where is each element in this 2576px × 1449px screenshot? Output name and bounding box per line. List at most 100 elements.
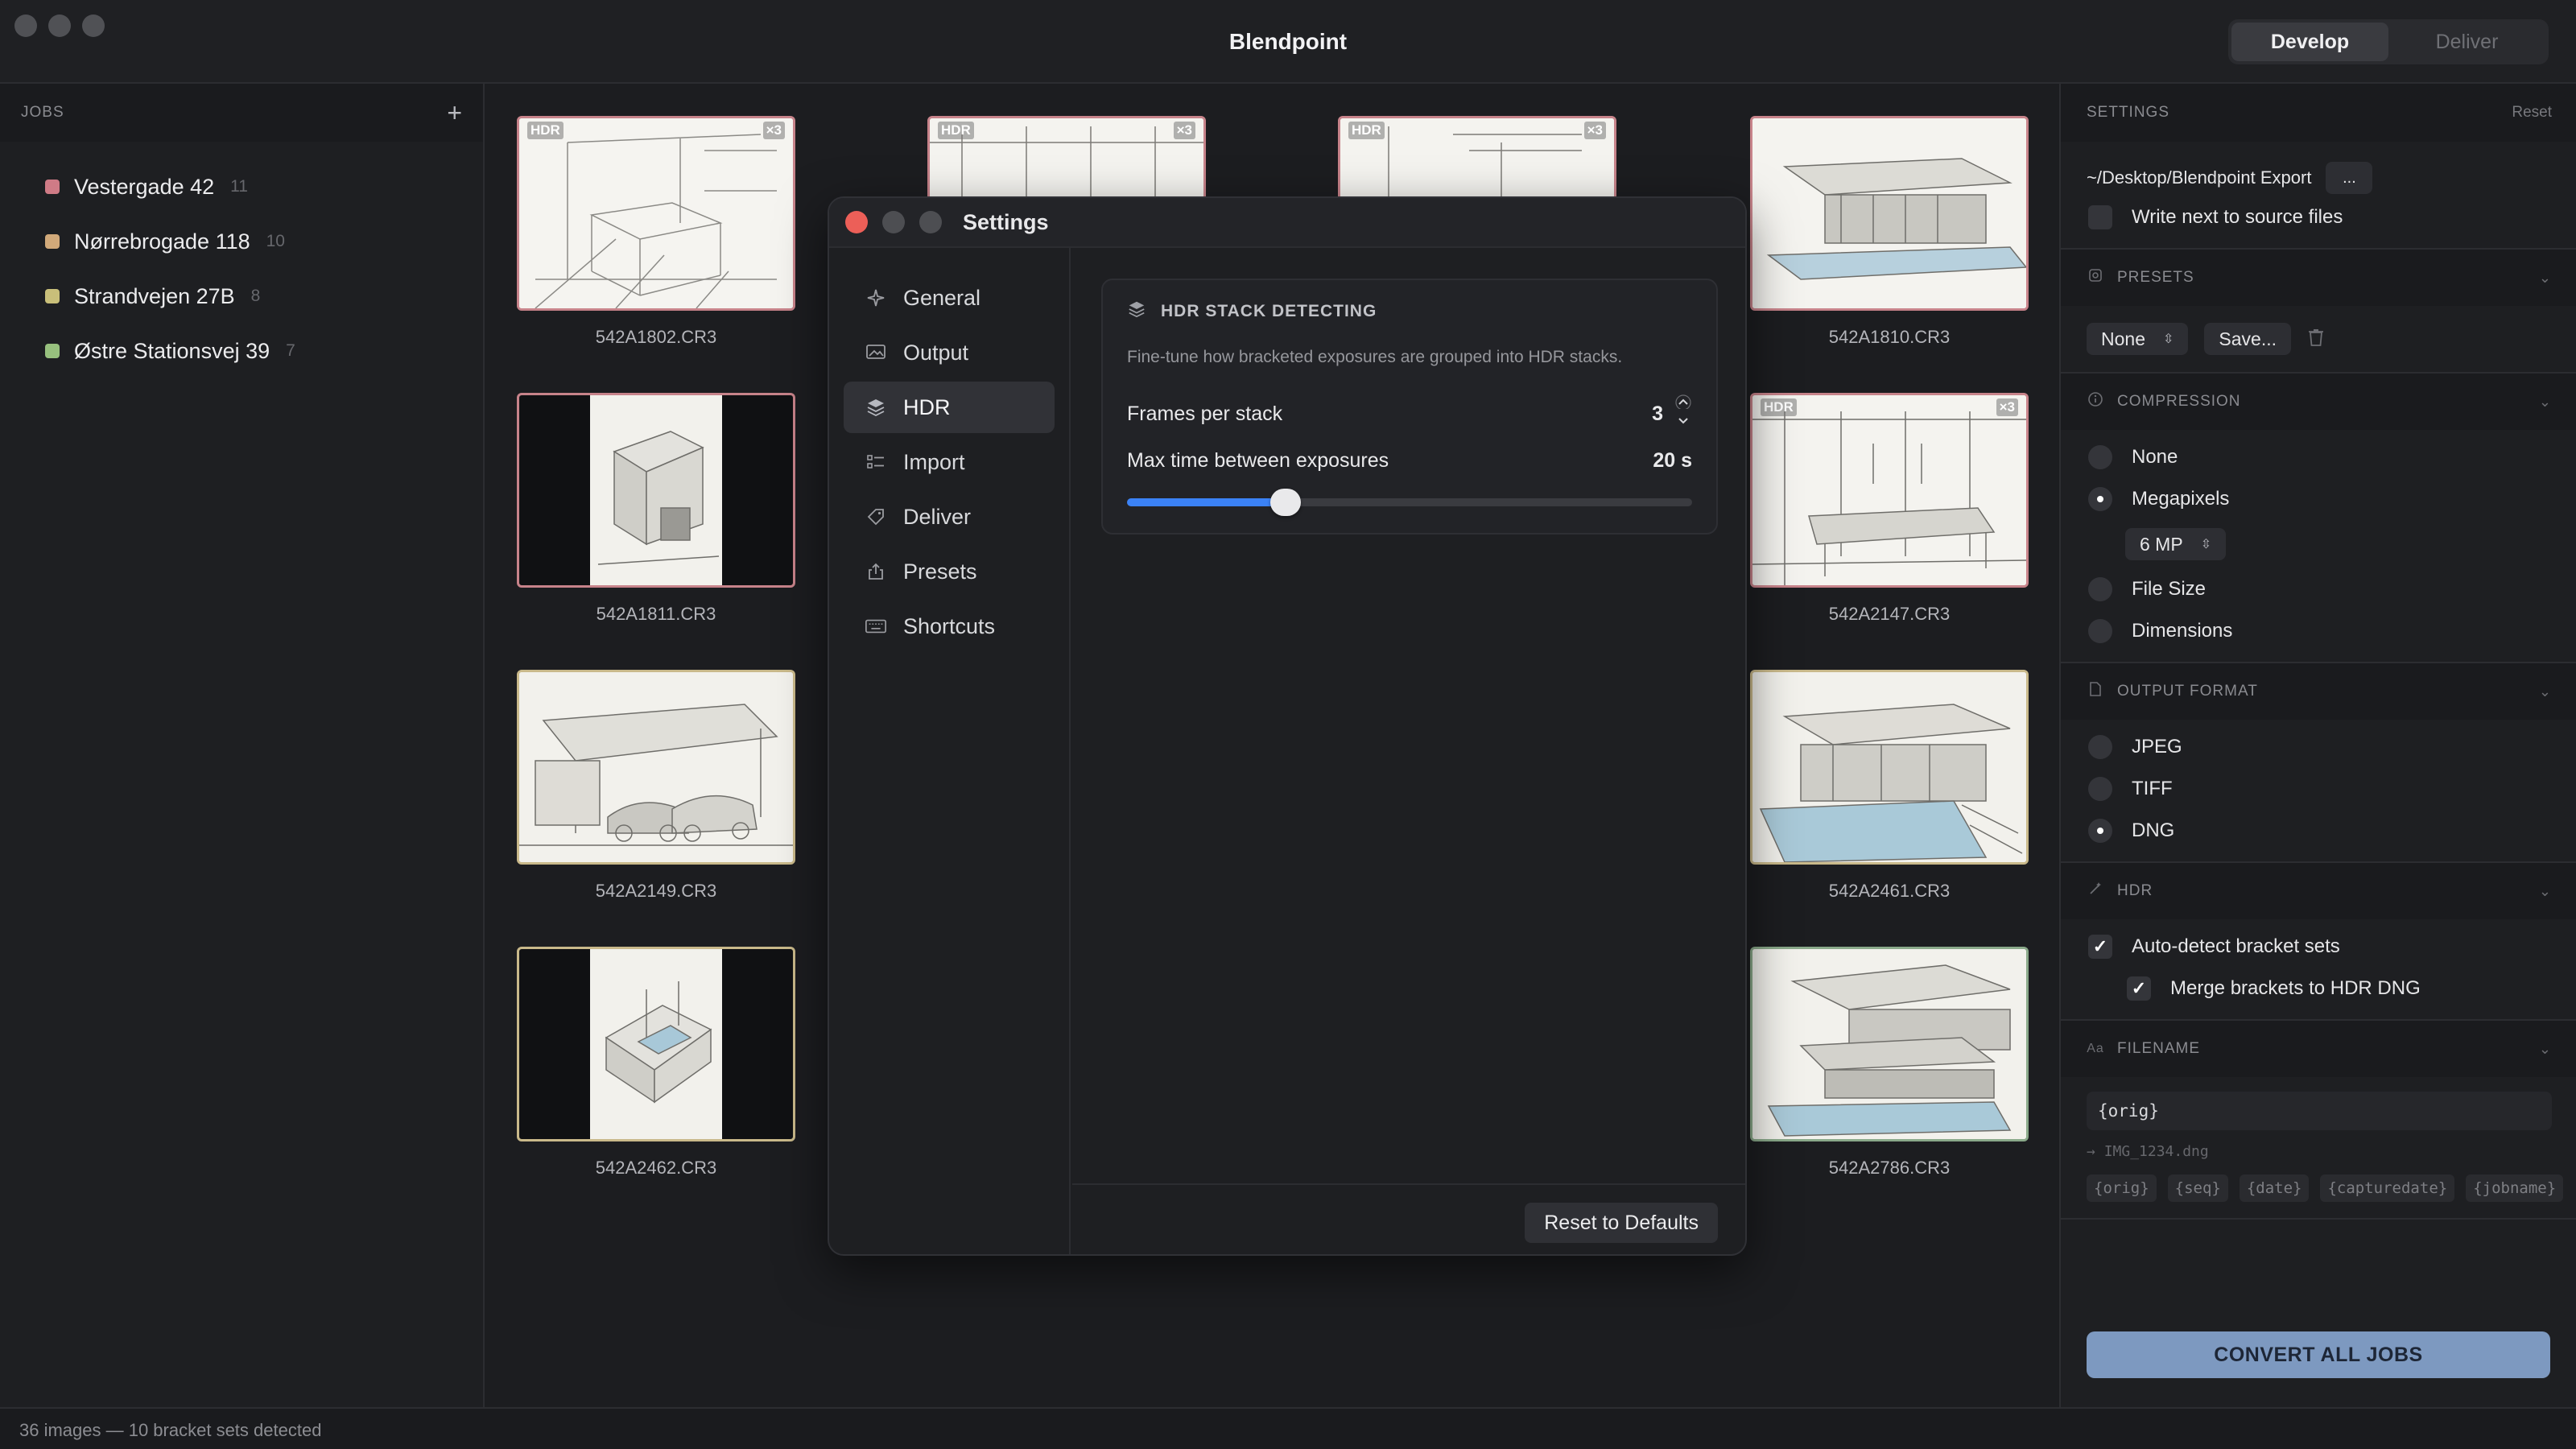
merge-brackets-option[interactable]: ✓ Merge brackets to HDR DNG — [2061, 968, 2576, 1009]
reset-to-defaults-button[interactable]: Reset to Defaults — [1525, 1203, 1718, 1243]
settings-zoom-button[interactable] — [919, 211, 942, 233]
slider-knob[interactable] — [1269, 489, 1301, 516]
add-job-button[interactable]: + — [447, 98, 462, 128]
stack-count-badge: ×3 — [1996, 398, 2018, 416]
presets-row: None ⇳ Save... — [2061, 306, 2576, 372]
settings-nav-output[interactable]: Output — [844, 327, 1055, 378]
format-option-jpeg[interactable]: JPEG — [2061, 726, 2576, 768]
max-time-slider[interactable] — [1127, 485, 1692, 518]
preset-select[interactable]: None ⇳ — [2087, 323, 2189, 355]
radio-button[interactable] — [2088, 619, 2112, 643]
thumbnail-filename: 542A2462.CR3 — [595, 1158, 717, 1178]
thumbnail[interactable]: 542A2462.CR3 — [517, 947, 795, 1179]
hdr-header[interactable]: HDR ⌄ — [2061, 863, 2576, 919]
output-format-header[interactable]: OUTPUT FORMAT ⌄ — [2061, 663, 2576, 720]
kitchen-sketch — [519, 118, 793, 308]
job-count: 10 — [266, 232, 285, 250]
convert-all-jobs-button[interactable]: CONVERT ALL JOBS — [2087, 1331, 2550, 1378]
compression-option-megapixels[interactable]: Megapixels — [2061, 478, 2576, 520]
updown-arrow-icon: ⇳ — [2162, 332, 2174, 346]
dining-room-sketch — [1752, 395, 2026, 585]
radio-button[interactable] — [2088, 735, 2112, 759]
thumbnail-image: HDR ×3 — [1750, 393, 2029, 588]
compression-option-none[interactable]: None — [2061, 436, 2576, 478]
panel-reset-link[interactable]: Reset — [2512, 104, 2552, 122]
filename-token[interactable]: {jobname} — [2466, 1174, 2564, 1202]
thumbnail[interactable]: 542A1810.CR3 — [1750, 116, 2029, 348]
chevron-down-icon: ⌄ — [2538, 882, 2552, 899]
compression-title: COMPRESSION — [2117, 393, 2241, 410]
job-name: Nørrebrogade 118 — [74, 229, 250, 254]
filename-pattern-input[interactable]: {orig} — [2087, 1092, 2552, 1130]
merge-brackets-checkbox[interactable]: ✓ — [2127, 976, 2151, 1001]
auto-detect-checkbox[interactable]: ✓ — [2088, 935, 2112, 959]
max-time-label: Max time between exposures — [1127, 449, 1389, 472]
job-item[interactable]: Strandvejen 27B 8 — [0, 269, 483, 324]
settings-nav-hdr[interactable]: HDR — [844, 382, 1055, 433]
format-option-dng[interactable]: DNG — [2061, 810, 2576, 852]
panel-header: SETTINGS Reset — [2061, 84, 2576, 142]
radio-button[interactable] — [2088, 445, 2112, 469]
presets-header[interactable]: PRESETS ⌄ — [2061, 250, 2576, 306]
trash-icon[interactable] — [2307, 328, 2325, 351]
thumbnail-image — [517, 947, 795, 1141]
thumbnail[interactable]: 542A2149.CR3 — [517, 670, 795, 902]
hdr-badge: HDR — [1348, 122, 1385, 139]
compression-header[interactable]: COMPRESSION ⌄ — [2061, 374, 2576, 430]
document-icon — [2087, 681, 2104, 702]
thumbnail[interactable]: 542A2786.CR3 — [1750, 947, 2029, 1179]
radio-button[interactable] — [2088, 577, 2112, 601]
radio-button[interactable] — [2088, 487, 2112, 511]
settings-window: Settings General Output HDR Import Deliv… — [828, 196, 1747, 1256]
radio-button[interactable] — [2088, 819, 2112, 843]
thumbnail[interactable]: HDR ×3 542A2147.CR3 — [1750, 393, 2029, 625]
browse-path-button[interactable]: ... — [2326, 162, 2373, 194]
job-item[interactable]: Østre Stationsvej 39 7 — [0, 324, 483, 378]
chevron-down-icon: ⌄ — [2538, 683, 2552, 700]
settings-nav-general[interactable]: General — [844, 272, 1055, 324]
filename-token[interactable]: {orig} — [2087, 1174, 2157, 1202]
settings-panel: SETTINGS Reset ~/Desktop/Blendpoint Expo… — [2059, 84, 2576, 1407]
settings-close-button[interactable] — [845, 211, 868, 233]
hdr-badge: HDR — [1761, 398, 1797, 416]
settings-nav-shortcuts[interactable]: Shortcuts — [844, 601, 1055, 652]
settings-nav-deliver[interactable]: Deliver — [844, 491, 1055, 543]
info-circle-icon — [2087, 391, 2104, 412]
job-color-dot — [45, 289, 60, 303]
frames-per-stack-stepper[interactable]: 3 — [1652, 394, 1692, 433]
job-item[interactable]: Vestergade 42 11 — [0, 159, 483, 214]
settings-minimize-button[interactable] — [882, 211, 905, 233]
compression-option-file-size[interactable]: File Size — [2061, 568, 2576, 610]
radio-button[interactable] — [2088, 777, 2112, 801]
thumbnail[interactable]: 542A2461.CR3 — [1750, 670, 2029, 902]
layers-icon — [1127, 299, 1146, 324]
write-next-to-source-checkbox[interactable] — [2088, 205, 2112, 229]
filename-token[interactable]: {capturedate} — [2320, 1174, 2455, 1202]
tag-icon — [865, 506, 887, 528]
save-preset-button[interactable]: Save... — [2204, 323, 2291, 355]
write-next-to-source-option[interactable]: Write next to source files — [2061, 196, 2576, 238]
sparkle-icon — [865, 287, 887, 309]
settings-nav-import[interactable]: Import — [844, 436, 1055, 488]
hdr-title: HDR — [2117, 882, 2153, 899]
option-label: Dimensions — [2132, 620, 2233, 642]
auto-detect-option[interactable]: ✓ Auto-detect bracket sets — [2061, 926, 2576, 968]
filename-token[interactable]: {date} — [2239, 1174, 2310, 1202]
megapixels-select[interactable]: 6 MP ⇳ — [2125, 528, 2227, 560]
filename-token[interactable]: {seq} — [2167, 1174, 2228, 1202]
mode-develop-button[interactable]: Develop — [2231, 23, 2388, 61]
settings-nav-presets[interactable]: Presets — [844, 546, 1055, 597]
compression-option-dimensions[interactable]: Dimensions — [2061, 610, 2576, 652]
job-item[interactable]: Nørrebrogade 118 10 — [0, 214, 483, 269]
settings-content: HDR STACK DETECTING Fine-tune how bracke… — [1072, 248, 1745, 1254]
format-option-tiff[interactable]: TIFF — [2061, 768, 2576, 810]
presets-title: PRESETS — [2117, 269, 2194, 286]
slider-fill — [1127, 498, 1286, 506]
mode-deliver-button[interactable]: Deliver — [2388, 23, 2545, 61]
stepper-up-icon[interactable] — [1674, 394, 1692, 414]
thumbnail[interactable]: 542A1811.CR3 — [517, 393, 795, 625]
thumbnail[interactable]: HDR ×3 542A1802.CR3 — [517, 116, 795, 348]
job-count: 11 — [230, 177, 248, 196]
stepper-down-icon[interactable] — [1674, 414, 1692, 433]
filename-header[interactable]: Aa FILENAME ⌄ — [2061, 1021, 2576, 1077]
